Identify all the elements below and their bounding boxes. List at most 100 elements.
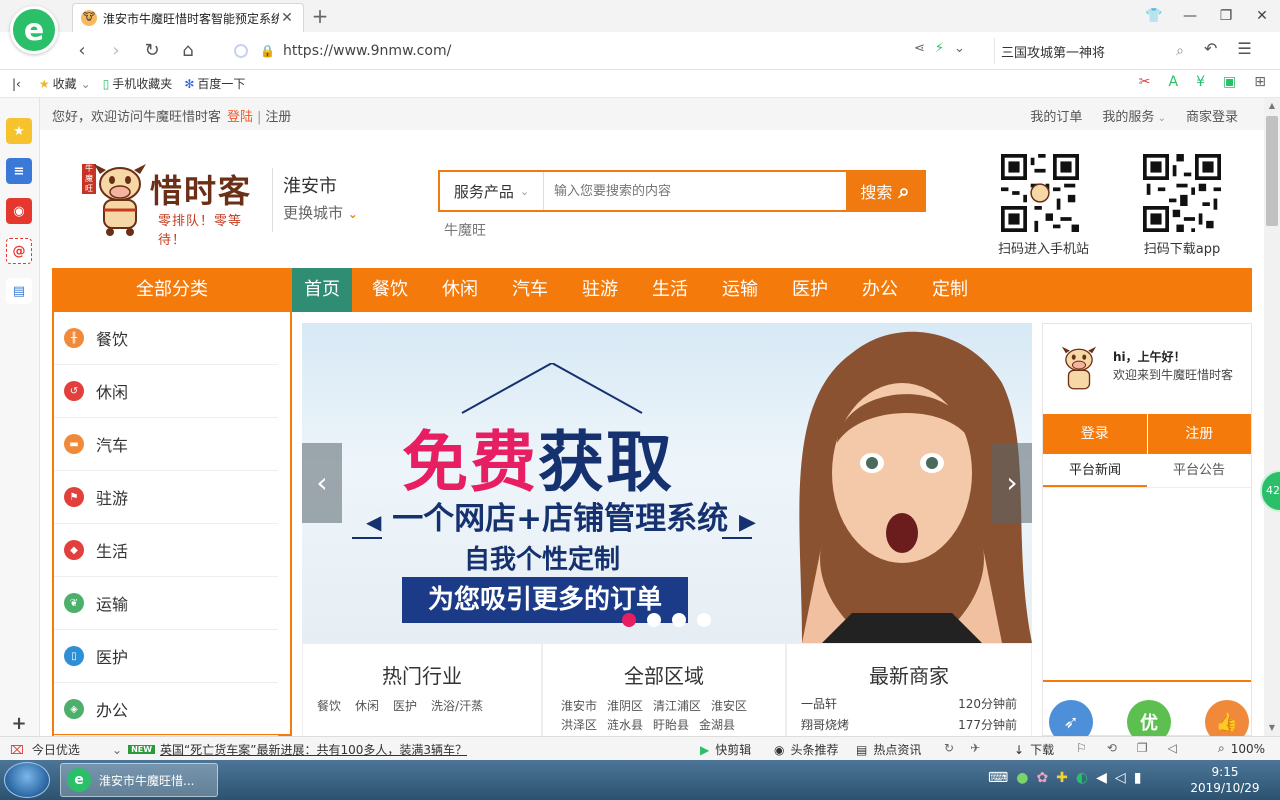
nav-item-travel[interactable]: 驻游 [570, 268, 630, 312]
my-services-link[interactable]: 我的服务 ⌄ [1102, 106, 1166, 125]
nav-item-custom[interactable]: 定制 [920, 268, 980, 312]
banner-dot[interactable] [672, 613, 686, 627]
chevron-down-icon[interactable]: ⌄ [954, 41, 965, 56]
back-icon[interactable]: ‹ [70, 39, 94, 63]
nav-item-dining[interactable]: 餐饮 [360, 268, 420, 312]
banner-next-button[interactable]: › [992, 443, 1032, 523]
browser-search-box[interactable]: 三国攻城第一神将 ⌕ [994, 38, 1190, 64]
category-item-life[interactable]: ◆ 生活 [54, 524, 278, 577]
zoom-level[interactable]: ⌕ 100% [1218, 741, 1265, 756]
window-icon[interactable]: ❐ [1137, 741, 1148, 755]
category-item-leisure[interactable]: ↺ 休闲 [54, 365, 278, 418]
share-icon[interactable]: ⋖ [914, 41, 925, 56]
lightning-icon[interactable]: ⚡ [935, 41, 944, 56]
speaker-icon[interactable]: ◀ [1096, 770, 1107, 786]
browser-tab[interactable]: 🐮 淮安市牛魔旺惜时客智能预定系统 ✕ [72, 3, 304, 32]
rocket-icon[interactable]: ➶ [1049, 700, 1093, 736]
nav-item-office[interactable]: 办公 [850, 268, 910, 312]
area-link[interactable]: 盱眙县 [653, 716, 689, 733]
forward-icon[interactable]: › [104, 39, 128, 63]
panel-login-button[interactable]: 登录 [1043, 414, 1148, 454]
shield-icon[interactable]: ✚ [1056, 770, 1068, 786]
scroll-down-icon[interactable]: ▼ [1264, 720, 1280, 736]
banner-dot[interactable] [647, 613, 661, 627]
url-field[interactable]: 🔒 https://www.9nmw.com/ [234, 37, 984, 65]
skin-icon[interactable]: 👕 [1136, 0, 1172, 32]
network-icon[interactable]: ▮ [1134, 770, 1142, 786]
nav-item-leisure[interactable]: 休闲 [430, 268, 490, 312]
taskbar-browser-app[interactable]: e 淮安市牛魔旺惜... [60, 763, 218, 797]
game-icon[interactable]: ▣ [1223, 74, 1236, 90]
search-button[interactable]: 搜索 ⌕ [846, 172, 924, 210]
site-logo[interactable]: 牛魔旺 惜时客 零排队！零等待！ [82, 160, 262, 248]
area-link[interactable]: 淮阴区 [607, 697, 643, 714]
hot-link[interactable]: 洗浴/汗蒸 [431, 697, 483, 714]
weibo-icon[interactable]: ◉ [6, 198, 32, 224]
category-item-dining[interactable]: ╫ 餐饮 [54, 312, 278, 365]
area-link[interactable]: 清江浦区 [653, 697, 701, 714]
new-tab-icon[interactable]: + [310, 4, 330, 28]
nav-item-life[interactable]: 生活 [640, 268, 700, 312]
register-link[interactable]: 注册 [265, 110, 291, 125]
tab-platform-news[interactable]: 平台新闻 [1043, 456, 1147, 487]
wechat-icon[interactable]: ● [1016, 770, 1028, 786]
bookmark-favorites[interactable]: ★ 收藏 ⌄ [39, 75, 91, 92]
all-categories[interactable]: 全部分类 [52, 268, 292, 312]
app-e-icon[interactable]: ◐ [1076, 770, 1088, 786]
area-link[interactable]: 金湖县 [699, 716, 735, 733]
refresh-icon[interactable]: ↻ [140, 39, 164, 63]
document-icon[interactable]: ▤ [6, 278, 32, 304]
thumbs-up-icon[interactable]: 👍 [1205, 700, 1249, 736]
news-ticker[interactable]: ⌄ NEW 英国“死亡货车案”最新进展：共有100多人，装满3辆车？ [112, 741, 467, 758]
login-link[interactable]: 登陆 [227, 110, 253, 125]
bookmark-baidu[interactable]: ✻ 百度一下 [184, 75, 245, 92]
flag-icon[interactable]: ⚐ [1076, 741, 1087, 755]
my-orders-link[interactable]: 我的订单 [1030, 106, 1082, 125]
yuan-icon[interactable]: ¥ [1196, 74, 1205, 90]
add-icon[interactable]: + [6, 710, 32, 736]
hot-link[interactable]: 医护 [393, 697, 417, 714]
hot-link[interactable]: 餐饮 [317, 697, 341, 714]
sidebar-toggle-icon[interactable]: |‹ [12, 77, 21, 91]
today-picks[interactable]: ⌧ 今日优选 [10, 741, 80, 758]
swirl-icon[interactable]: ↻ [944, 741, 954, 755]
category-item-transport[interactable]: ❦ 运输 [54, 577, 278, 630]
search-hot-keyword[interactable]: 牛魔旺 [444, 220, 486, 240]
scroll-up-icon[interactable]: ▲ [1264, 98, 1280, 114]
scroll-thumb[interactable] [1266, 116, 1278, 226]
merchant-row[interactable]: 一品轩 120分钟前 [787, 689, 1031, 712]
category-item-office[interactable]: ◈ 办公 [54, 683, 278, 736]
flower-icon[interactable]: ✿ [1036, 770, 1048, 786]
change-city-link[interactable]: 更换城市 ⌄ [283, 202, 358, 223]
hot-link[interactable]: 休闲 [355, 697, 379, 714]
sync-icon[interactable]: ⟲ [1107, 741, 1117, 755]
category-item-travel[interactable]: ⚑ 驻游 [54, 471, 278, 524]
nav-item-transport[interactable]: 运输 [710, 268, 770, 312]
banner-dot[interactable] [622, 613, 636, 627]
tab-platform-notice[interactable]: 平台公告 [1147, 456, 1251, 487]
area-link[interactable]: 洪泽区 [561, 716, 597, 733]
panel-register-button[interactable]: 注册 [1147, 414, 1251, 454]
download-tool[interactable]: ↓ 下载 [1014, 741, 1054, 758]
search-type-select[interactable]: 服务产品 ⌄ [440, 172, 544, 210]
category-item-auto[interactable]: ▬ 汽车 [54, 418, 278, 471]
keyboard-icon[interactable]: ⌨ [988, 770, 1008, 786]
nav-item-auto[interactable]: 汽车 [500, 268, 560, 312]
close-window-icon[interactable]: ✕ [1244, 0, 1280, 32]
area-link[interactable]: 淮安市 [561, 697, 597, 714]
page-scrollbar[interactable]: ▲ ▼ [1264, 98, 1280, 736]
nav-item-medical[interactable]: 医护 [780, 268, 840, 312]
apps-icon[interactable]: ⊞ [1254, 74, 1266, 90]
hot-news-tool[interactable]: ▤ 热点资讯 [856, 741, 921, 758]
banner-dot[interactable] [697, 613, 711, 627]
headline-tool[interactable]: ◉ 头条推荐 [774, 741, 839, 758]
restore-icon[interactable]: ❐ [1208, 0, 1244, 32]
browser-logo-icon[interactable]: e [10, 6, 58, 54]
tab-close-icon[interactable]: ✕ [279, 10, 295, 26]
merchant-login-link[interactable]: 商家登录 [1186, 106, 1238, 125]
nav-item-home[interactable]: 首页 [292, 268, 352, 312]
translate-icon[interactable]: A [1169, 74, 1179, 90]
search-icon[interactable]: ⌕ [1176, 43, 1184, 59]
minimize-icon[interactable]: — [1172, 0, 1208, 32]
banner-prev-button[interactable]: ‹ [302, 443, 342, 523]
